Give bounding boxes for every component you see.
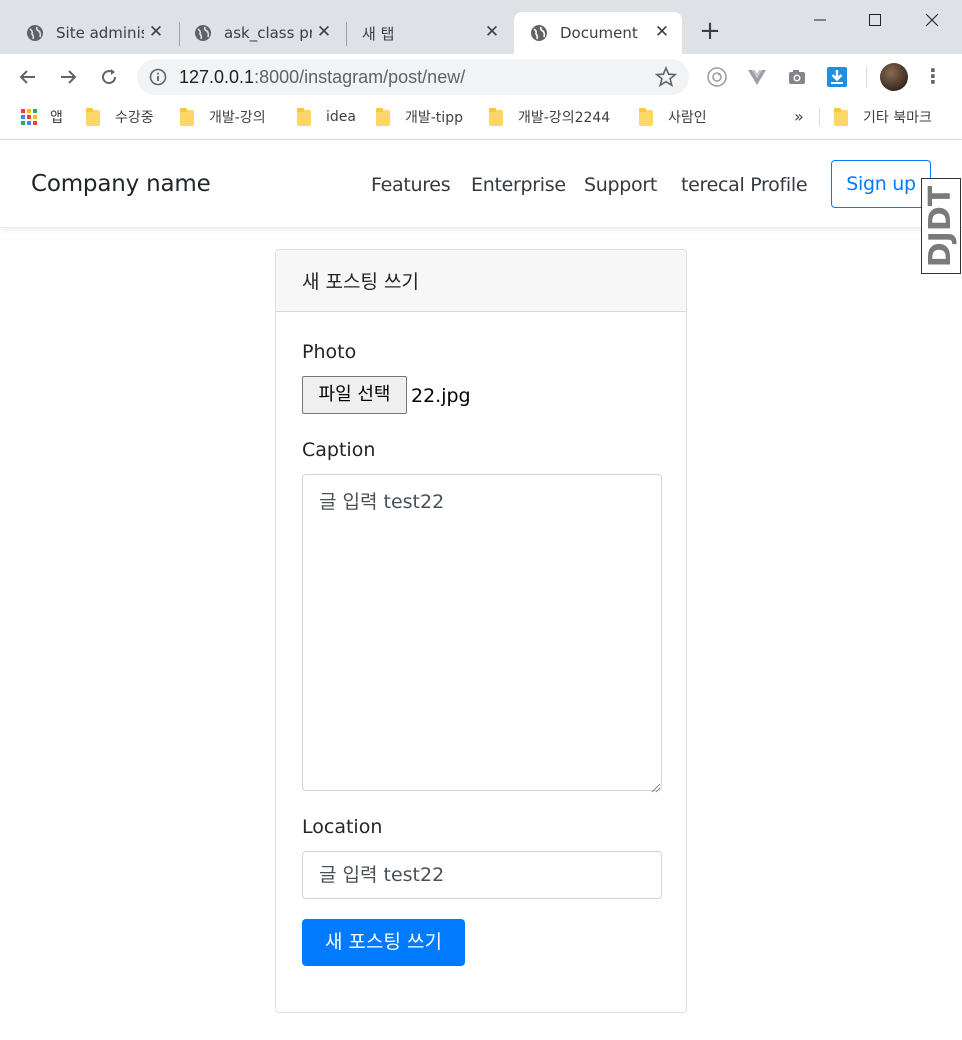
reload-icon[interactable] <box>96 64 122 90</box>
close-icon[interactable]: ✕ <box>314 22 334 42</box>
tab-ask-class[interactable]: ask_class pro ✕ <box>182 12 338 54</box>
location-label: Location <box>302 816 383 838</box>
tab-site-admin[interactable]: Site administ ✕ <box>14 12 170 54</box>
folder-icon <box>86 108 100 126</box>
bookmark-label: 개발-tipp <box>405 110 463 126</box>
minimize-button[interactable] <box>805 6 835 34</box>
bookmark-folder-2[interactable]: 개발-강의 <box>180 100 266 134</box>
browser-toolbar: 127.0.0.1:8000/instagram/post/new/ ⋮ <box>0 54 962 100</box>
url-text: 127.0.0.1:8000/instagram/post/new/ <box>179 59 465 95</box>
bookmark-label: 기타 북마크 <box>863 110 932 126</box>
vue-devtools-extension-icon[interactable] <box>746 66 768 88</box>
caption-textarea[interactable]: 글 입력 test22 <box>302 474 662 791</box>
bookmarks-overflow-button[interactable]: » <box>794 100 804 134</box>
tab-title: Document <box>560 24 638 42</box>
folder-icon <box>297 108 311 126</box>
bookmark-folder-3[interactable]: idea <box>297 100 356 134</box>
back-arrow-icon[interactable] <box>15 64 41 90</box>
bookmarks-bar: 앱 수강중 개발-강의 idea 개발-tipp 개발-강의2244 사람인 »… <box>0 100 962 140</box>
submit-post-button[interactable]: 새 포스팅 쓰기 <box>302 919 465 966</box>
bookmarks-divider <box>819 108 820 126</box>
close-icon[interactable]: ✕ <box>482 22 502 42</box>
star-icon[interactable] <box>654 65 678 93</box>
bookmark-other[interactable]: 기타 북마크 <box>834 100 932 134</box>
tab-document[interactable]: Document ✕ <box>514 12 682 54</box>
folder-icon <box>376 108 390 126</box>
apps-grid-icon <box>21 109 37 125</box>
forward-arrow-icon[interactable] <box>55 64 81 90</box>
file-name: 22.jpg <box>411 385 471 407</box>
folder-icon <box>180 108 194 126</box>
camera-lens-extension-icon[interactable] <box>706 66 728 88</box>
photo-label: Photo <box>302 341 357 363</box>
page-content: Company name Features Enterprise Support… <box>0 140 962 1040</box>
bookmark-label: 수강중 <box>115 110 154 126</box>
debug-toolbar-label: DJDT <box>923 185 959 267</box>
folder-icon <box>639 108 653 126</box>
camera-extension-icon[interactable] <box>786 66 808 88</box>
folder-icon <box>834 108 848 126</box>
bookmark-folder-5[interactable]: 개발-강의2244 <box>489 100 610 134</box>
menu-kebab-icon[interactable]: ⋮ <box>922 66 944 88</box>
caption-label: Caption <box>302 439 376 461</box>
toolbar-divider <box>866 66 867 88</box>
maximize-button[interactable] <box>860 6 890 34</box>
post-form-card: 새 포스팅 쓰기 Photo 파일 선택 22.jpg Caption 글 입력… <box>275 249 687 1013</box>
info-icon[interactable] <box>149 68 167 86</box>
signup-button[interactable]: Sign up <box>831 160 931 208</box>
folder-icon <box>489 108 503 126</box>
tab-new-tab[interactable]: 새 탭 ✕ <box>350 12 506 54</box>
bookmark-label: idea <box>326 109 356 125</box>
bookmark-apps[interactable]: 앱 <box>21 100 63 134</box>
bookmark-folder-1[interactable]: 수강중 <box>86 100 154 134</box>
nav-link-features[interactable]: Features <box>371 174 451 196</box>
close-icon[interactable]: ✕ <box>146 22 166 42</box>
new-tab-button[interactable]: + <box>698 18 722 44</box>
download-extension-icon[interactable] <box>826 66 848 88</box>
globe-icon <box>530 24 548 42</box>
bookmark-label: 앱 <box>50 110 63 126</box>
location-input[interactable]: 글 입력 test22 <box>302 851 662 899</box>
address-bar[interactable]: 127.0.0.1:8000/instagram/post/new/ <box>137 59 689 95</box>
avatar[interactable] <box>880 63 908 91</box>
resize-grip-icon[interactable] <box>649 778 661 793</box>
brand[interactable]: Company name <box>31 171 211 197</box>
card-header: 새 포스팅 쓰기 <box>276 250 686 312</box>
debug-toolbar-handle[interactable]: DJDT <box>921 178 961 274</box>
globe-icon <box>194 24 212 42</box>
nav-link-support[interactable]: Support <box>584 174 657 196</box>
tab-title: Site administ <box>56 24 144 42</box>
close-icon[interactable]: ✕ <box>652 22 672 42</box>
bookmark-label: 개발-강의2244 <box>518 110 611 126</box>
site-navbar: Company name Features Enterprise Support… <box>0 140 962 228</box>
tab-separator <box>179 22 180 46</box>
url-path: :8000/instagram/post/new/ <box>254 67 466 87</box>
nav-link-profile[interactable]: terecal Profile <box>681 174 808 196</box>
file-select-button[interactable]: 파일 선택 <box>302 376 407 414</box>
bookmark-folder-4[interactable]: 개발-tipp <box>376 100 463 134</box>
tab-title: 새 탭 <box>362 24 395 43</box>
tab-separator <box>346 22 347 46</box>
tab-title: ask_class pro <box>224 24 312 42</box>
nav-link-enterprise[interactable]: Enterprise <box>471 174 566 196</box>
bookmark-folder-6[interactable]: 사람인 <box>639 100 707 134</box>
bookmark-label: 사람인 <box>668 110 707 126</box>
tab-strip: Site administ ✕ ask_class pro ✕ 새 탭 ✕ Do… <box>0 0 962 54</box>
close-window-button[interactable] <box>917 6 947 34</box>
bookmark-label: 개발-강의 <box>209 110 266 126</box>
globe-icon <box>26 24 44 42</box>
url-host: 127.0.0.1 <box>179 67 255 87</box>
